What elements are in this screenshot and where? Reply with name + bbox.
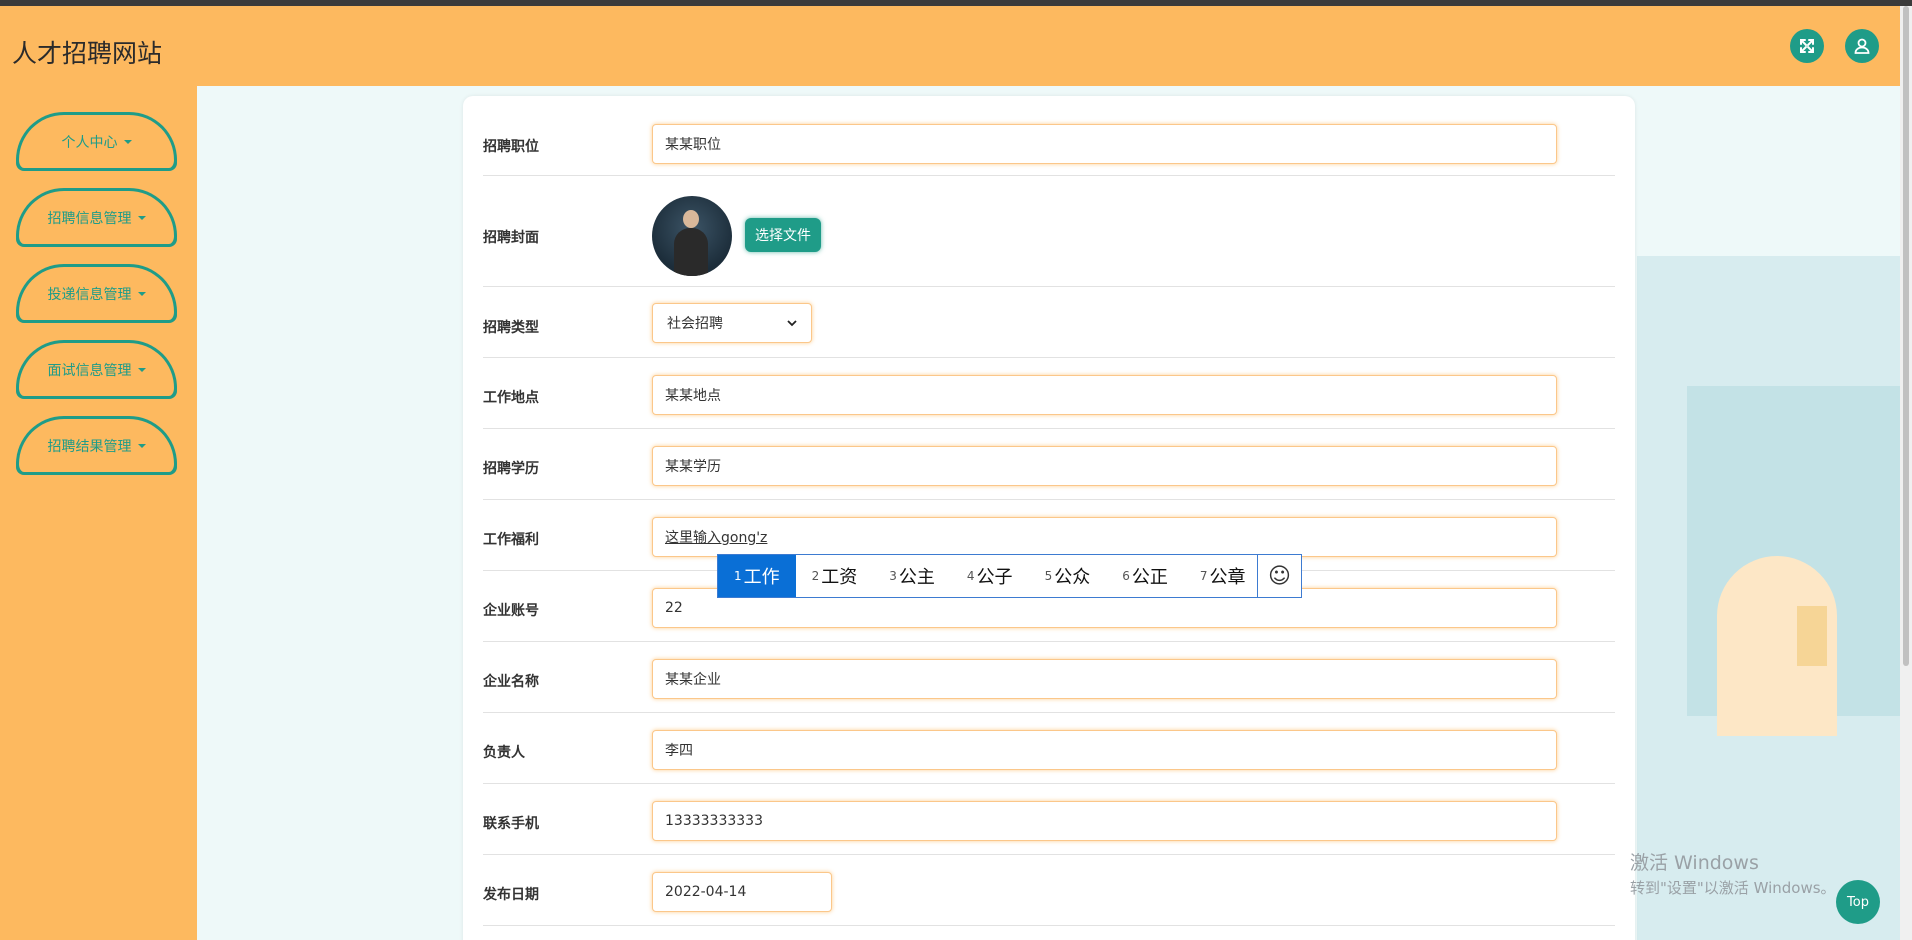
form-row-position: 招聘职位 某某职位: [483, 96, 1615, 176]
form-row-cover: 招聘封面 选择文件: [483, 176, 1615, 287]
back-to-top-button[interactable]: Top: [1836, 880, 1880, 924]
scrollbar-thumb[interactable]: [1903, 6, 1909, 666]
sidebar-item-delivery-info[interactable]: 投递信息管理: [16, 264, 177, 320]
position-label: 招聘职位: [483, 139, 539, 155]
form-row-education: 招聘学历 某某学历: [483, 429, 1615, 500]
manager-label: 负责人: [483, 745, 525, 761]
user-icon: [1854, 38, 1870, 54]
phone-input[interactable]: 13333333333: [652, 801, 1557, 841]
windows-activation-watermark: 激活 Windows 转到"设置"以激活 Windows。: [1630, 848, 1836, 898]
caret-down-icon: [137, 215, 146, 220]
page-scrollbar[interactable]: [1900, 6, 1912, 940]
type-label: 招聘类型: [483, 320, 539, 336]
sidebar-item-personal-center[interactable]: 个人中心: [16, 112, 177, 168]
caret-down-icon: [137, 367, 146, 372]
welfare-input[interactable]: 这里输入gong'z: [652, 517, 1557, 557]
form-row-manager: 负责人 李四: [483, 713, 1615, 784]
form-row-date: 发布日期 2022-04-14: [483, 855, 1615, 926]
cover-image: [652, 196, 732, 276]
recruitment-form: 招聘职位 某某职位 招聘封面 选择文件 招聘类型 社会招聘 工作地点 某某地点 …: [463, 96, 1635, 940]
sidebar-item-recruitment-info[interactable]: 招聘信息管理: [16, 188, 177, 244]
form-row-company: 企业名称 某某企业: [483, 642, 1615, 713]
education-input[interactable]: 某某学历: [652, 446, 1557, 486]
cover-label: 招聘封面: [483, 230, 539, 246]
chevron-down-icon: [787, 319, 797, 326]
sidebar-item-label: 个人中心: [61, 134, 118, 151]
activation-title: 激活 Windows: [1630, 852, 1759, 874]
sidebar-item-recruitment-result[interactable]: 招聘结果管理: [16, 416, 177, 472]
user-button[interactable]: [1845, 29, 1879, 63]
background-illustration-lamp: [1797, 606, 1827, 666]
company-input[interactable]: 某某企业: [652, 659, 1557, 699]
ime-candidate[interactable]: 2 工资: [796, 555, 874, 597]
type-select[interactable]: 社会招聘: [652, 303, 812, 343]
choose-file-button[interactable]: 选择文件: [745, 218, 821, 252]
sidebar-item-interview-info[interactable]: 面试信息管理: [16, 340, 177, 396]
type-select-value: 社会招聘: [667, 316, 723, 332]
ime-candidate[interactable]: 6 公正: [1106, 555, 1184, 597]
account-label: 企业账号: [483, 603, 539, 619]
ime-candidate[interactable]: 1 工作: [718, 555, 796, 597]
ime-candidate[interactable]: 3 公主: [873, 555, 951, 597]
caret-down-icon: [137, 291, 146, 296]
ime-candidate-bar: 1 工作 2 工资 3 公主 4 公子 5 公众 6 公正 7 公章 ☺: [717, 554, 1302, 598]
welfare-label: 工作福利: [483, 532, 539, 548]
sidebar-item-label: 招聘结果管理: [47, 438, 132, 455]
date-input[interactable]: 2022-04-14: [652, 872, 832, 912]
emoji-icon[interactable]: ☺: [1257, 555, 1301, 597]
top-header: 人才招聘网站: [0, 6, 1900, 86]
phone-label: 联系手机: [483, 816, 539, 832]
form-row-phone: 联系手机 13333333333: [483, 784, 1615, 855]
cover-image-body: [674, 228, 708, 276]
fullscreen-icon: [1800, 39, 1814, 53]
sidebar-item-label: 招聘信息管理: [47, 210, 132, 227]
ime-candidate[interactable]: 5 公众: [1029, 555, 1107, 597]
ime-candidate[interactable]: 7 公章: [1184, 555, 1262, 597]
manager-input[interactable]: 李四: [652, 730, 1557, 770]
position-input[interactable]: 某某职位: [652, 124, 1557, 164]
location-label: 工作地点: [483, 390, 539, 406]
caret-down-icon: [137, 443, 146, 448]
date-label: 发布日期: [483, 887, 539, 903]
sidebar: 个人中心 招聘信息管理 投递信息管理 面试信息管理 招聘结果管理: [0, 86, 197, 940]
company-label: 企业名称: [483, 674, 539, 690]
education-label: 招聘学历: [483, 461, 539, 477]
site-title: 人才招聘网站: [12, 39, 163, 68]
activation-subtitle: 转到"设置"以激活 Windows。: [1630, 879, 1836, 897]
ime-candidate[interactable]: 4 公子: [951, 555, 1029, 597]
form-row-type: 招聘类型 社会招聘: [483, 287, 1615, 358]
fullscreen-button[interactable]: [1790, 29, 1824, 63]
form-row-location: 工作地点 某某地点: [483, 358, 1615, 429]
caret-down-icon: [123, 139, 132, 144]
sidebar-item-label: 投递信息管理: [47, 286, 132, 303]
location-input[interactable]: 某某地点: [652, 375, 1557, 415]
cover-image-head: [683, 210, 699, 228]
sidebar-item-label: 面试信息管理: [47, 362, 132, 379]
